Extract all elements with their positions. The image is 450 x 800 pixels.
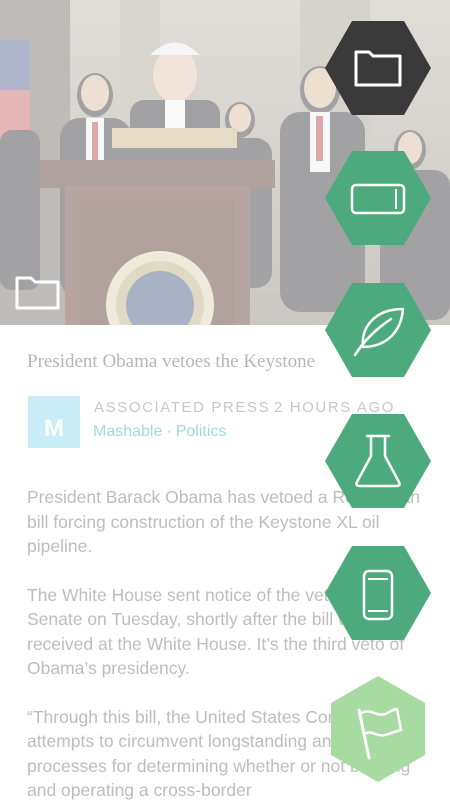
hex-button-folder[interactable] (325, 21, 431, 115)
hex-button-leaf[interactable] (325, 283, 431, 377)
hex-button-flask[interactable] (325, 414, 431, 508)
hex-button-flag[interactable] (325, 676, 431, 782)
source-publisher: Mashable · Politics (93, 423, 226, 441)
folder-icon[interactable] (14, 272, 62, 312)
hex-button-tablet[interactable] (325, 151, 431, 245)
publisher-logo[interactable]: M (28, 396, 80, 448)
publisher-separator: · (166, 423, 172, 440)
publisher-link[interactable]: Mashable (93, 423, 162, 440)
hex-button-phone[interactable] (325, 546, 431, 640)
section-link[interactable]: Politics (176, 423, 227, 440)
source-agency: ASSOCIATED PRESS (94, 399, 271, 416)
